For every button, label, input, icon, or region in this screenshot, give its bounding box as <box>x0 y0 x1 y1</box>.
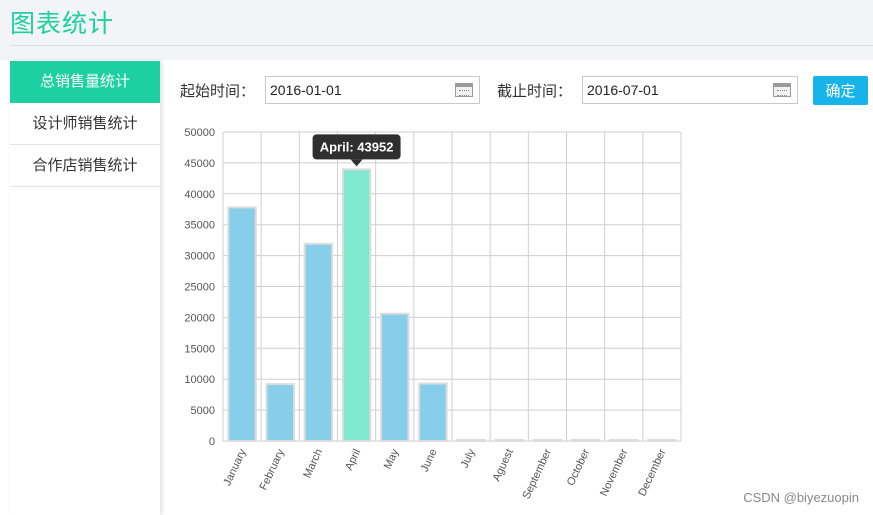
end-time-label: 截止时间： <box>497 82 573 100</box>
bar-tooltip: April: 43952 <box>312 134 401 167</box>
tooltip-text: April: 43952 <box>320 139 394 154</box>
x-tick-label: January <box>221 447 249 488</box>
y-tick-label: 10000 <box>184 374 215 386</box>
y-tick-label: 50000 <box>184 127 215 139</box>
bar-october <box>570 439 601 442</box>
sidebar-item-total-sales[interactable]: 总销售量统计 <box>10 61 160 103</box>
sales-bar-chart: 0 5000 10000 15000 20000 25000 30000 35000 40000… <box>184 127 682 501</box>
y-tick-label: 30000 <box>184 251 215 263</box>
sidebar: 总销售量统计 设计师销售统计 合作店销售统计 <box>10 61 160 515</box>
y-tick-label: 0 <box>209 436 215 448</box>
sidebar-item-designer-sales[interactable]: 设计师销售统计 <box>10 103 160 145</box>
end-date-field[interactable]: 2016-07-01 <box>582 76 798 104</box>
bar-december <box>647 439 677 442</box>
calendar-icon[interactable] <box>455 83 473 97</box>
y-tick-label: 5000 <box>191 405 215 417</box>
confirm-button[interactable]: 确定 <box>813 76 868 105</box>
end-date-value: 2016-07-01 <box>587 82 659 98</box>
start-date-value: 2016-01-01 <box>270 82 342 98</box>
x-tick-label: Aguest <box>491 447 516 483</box>
x-tick-label: October <box>565 447 593 488</box>
calendar-icon[interactable] <box>773 83 791 97</box>
x-tick-label: February <box>257 447 287 492</box>
y-tick-label: 25000 <box>184 282 215 294</box>
x-tick-label: May <box>382 447 402 471</box>
y-tick-label: 45000 <box>184 158 215 170</box>
x-tick-label: November <box>598 447 630 498</box>
sidebar-item-partner-store-sales[interactable]: 合作店销售统计 <box>10 145 160 187</box>
start-date-field[interactable]: 2016-01-01 <box>265 76 480 104</box>
y-tick-label: 40000 <box>184 189 215 201</box>
bar-july <box>456 439 486 442</box>
bar-september <box>532 439 563 442</box>
header-divider <box>10 45 873 46</box>
bar-november <box>609 439 639 442</box>
bar-march <box>303 242 334 442</box>
page-title: 图表统计 <box>10 9 115 38</box>
x-tick-label: April <box>343 447 363 472</box>
x-tick-label: March <box>301 447 325 480</box>
watermark: CSDN @biyezuopin <box>743 490 859 505</box>
bar-aguest <box>494 439 524 442</box>
bar-april <box>341 168 372 442</box>
x-tick-label: June <box>419 447 440 474</box>
x-tick-label: December <box>636 447 668 498</box>
bar-may <box>380 312 410 442</box>
x-tick-label: September <box>521 447 555 501</box>
y-tick-label: 20000 <box>184 312 215 324</box>
y-tick-label: 15000 <box>184 343 215 355</box>
start-time-label: 起始时间： <box>180 82 256 100</box>
y-tick-label: 35000 <box>184 220 215 232</box>
bar-february <box>265 383 295 443</box>
bar-january <box>227 206 257 442</box>
bar-june <box>418 382 448 442</box>
x-tick-label: July <box>459 447 478 470</box>
top-bar: 图表统计 <box>0 0 873 60</box>
